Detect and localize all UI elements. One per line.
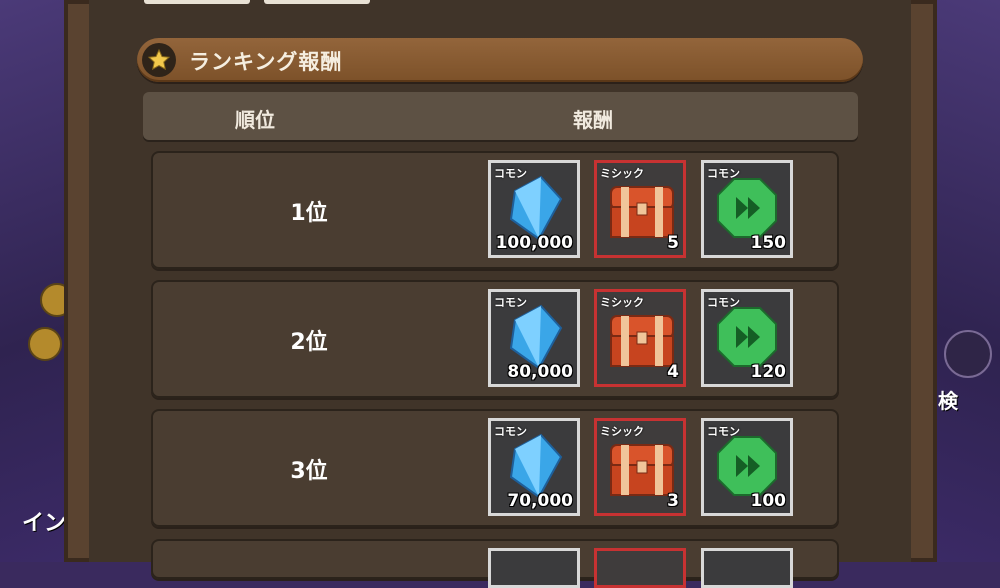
table-row: 2位 コモン 80,000 ミシック 4 コモン 120 bbox=[151, 280, 839, 398]
table-row: 3位 コモン 70,000 ミシック 3 コモン 100 bbox=[151, 409, 839, 527]
reward-item-chest[interactable]: ミシック 3 bbox=[594, 418, 686, 516]
reward-qty: 70,000 bbox=[507, 491, 573, 511]
reward-qty: 100,000 bbox=[495, 233, 573, 253]
reward-qty: 3 bbox=[667, 491, 679, 511]
emerald-icon bbox=[717, 178, 777, 238]
side-button-right[interactable] bbox=[944, 330, 992, 378]
rank-label: 2位 bbox=[290, 330, 328, 355]
reward-qty: 150 bbox=[750, 233, 787, 253]
rank-label: 1位 bbox=[290, 201, 328, 226]
emerald-icon bbox=[717, 307, 777, 367]
section-header: ランキング報酬 bbox=[137, 38, 863, 82]
side-label-right: 検 bbox=[938, 389, 958, 413]
crystal-icon bbox=[509, 433, 563, 499]
reward-qty: 4 bbox=[667, 362, 679, 382]
rank-label: 3位 bbox=[290, 459, 328, 484]
reward-item-crystal[interactable]: コモン 80,000 bbox=[488, 289, 580, 387]
crystal-icon bbox=[509, 175, 563, 241]
reward-item-emerald[interactable]: コモン 100 bbox=[701, 418, 793, 516]
reward-qty: 120 bbox=[750, 362, 787, 382]
chest-icon bbox=[610, 444, 674, 496]
table-header: 順位 報酬 bbox=[143, 92, 858, 140]
reward-qty: 5 bbox=[667, 233, 679, 253]
top-tab-1[interactable] bbox=[144, 0, 250, 4]
reward-qty: 100 bbox=[750, 491, 787, 511]
reward-item-emerald[interactable]: コモン 150 bbox=[701, 160, 793, 258]
emerald-icon bbox=[717, 436, 777, 496]
reward-item-crystal[interactable]: コモン 70,000 bbox=[488, 418, 580, 516]
section-title: ランキング報酬 bbox=[189, 50, 343, 74]
reward-item-emerald[interactable] bbox=[701, 548, 793, 588]
reward-column-header: 報酬 bbox=[573, 108, 613, 132]
reward-item-crystal[interactable] bbox=[488, 548, 580, 588]
rank-column-header: 順位 bbox=[235, 108, 275, 132]
crystal-icon bbox=[509, 304, 563, 370]
star-icon bbox=[142, 43, 176, 77]
top-tab-2[interactable] bbox=[264, 0, 370, 4]
reward-item-chest[interactable]: ミシック 4 bbox=[594, 289, 686, 387]
table-row: 1位 コモン 100,000 ミシック 5 コモン 150 bbox=[151, 151, 839, 269]
reward-item-emerald[interactable]: コモン 120 bbox=[701, 289, 793, 387]
side-label-left: イン bbox=[22, 511, 67, 536]
reward-item-chest[interactable]: ミシック 5 bbox=[594, 160, 686, 258]
chest-icon bbox=[610, 315, 674, 367]
table-row-partial bbox=[151, 539, 839, 588]
background-right bbox=[930, 0, 1000, 562]
reward-item-chest[interactable] bbox=[594, 548, 686, 588]
coin-icon bbox=[28, 327, 62, 361]
chest-icon bbox=[610, 186, 674, 238]
background-left bbox=[0, 0, 70, 562]
reward-item-crystal[interactable]: コモン 100,000 bbox=[488, 160, 580, 258]
reward-qty: 80,000 bbox=[507, 362, 573, 382]
